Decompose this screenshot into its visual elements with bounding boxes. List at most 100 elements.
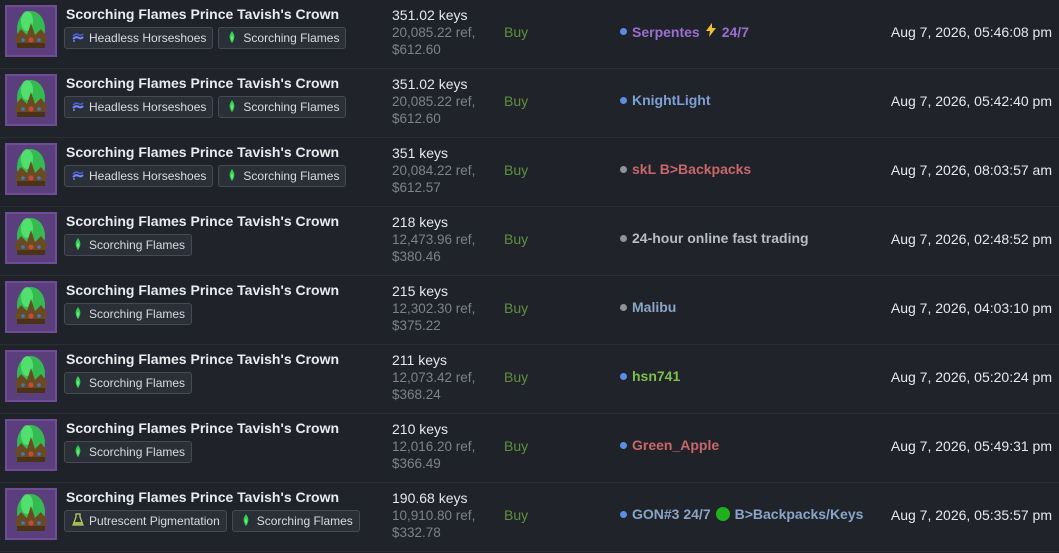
attribute-chip[interactable]: Scorching Flames xyxy=(218,165,347,187)
listing-list: Scorching Flames Prince Tavish's Crown H… xyxy=(0,0,1059,552)
attribute-label: Scorching Flames xyxy=(243,169,340,183)
listed-time: Aug 7, 2026, 02:48:52 pm xyxy=(890,231,1052,247)
listing-row[interactable]: Scorching Flames Prince Tavish's Crown H… xyxy=(0,69,1059,138)
item-image[interactable] xyxy=(5,74,57,126)
attribute-chip[interactable]: Putrescent Pigmentation xyxy=(64,510,227,532)
crown-icon xyxy=(7,76,55,124)
item-name[interactable]: Scorching Flames Prince Tavish's Crown xyxy=(66,213,339,229)
seller[interactable]: KnightLight xyxy=(620,92,711,108)
item-image[interactable] xyxy=(5,281,57,333)
paint-can-icon xyxy=(71,512,85,530)
listing-row[interactable]: Scorching Flames Prince Tavish's Crown H… xyxy=(0,0,1059,69)
listing-row[interactable]: Scorching Flames Prince Tavish's Crown S… xyxy=(0,414,1059,483)
seller-name[interactable]: KnightLight xyxy=(632,92,711,108)
attribute-chip[interactable]: Scorching Flames xyxy=(64,234,193,256)
flame-icon xyxy=(225,99,239,116)
item-image[interactable] xyxy=(5,488,57,540)
seller[interactable]: 24-hour online fast trading xyxy=(620,230,809,246)
price-block: 211 keys 12,073.42 ref, $368.24 xyxy=(392,352,502,403)
item-name[interactable]: Scorching Flames Prince Tavish's Crown xyxy=(66,489,339,505)
crown-icon xyxy=(7,214,55,262)
attribute-chip[interactable]: Headless Horseshoes xyxy=(64,96,214,118)
price-ref: 12,473.96 ref, xyxy=(392,232,476,247)
price-keys: 218 keys xyxy=(392,214,449,230)
intent-label: Buy xyxy=(504,231,529,247)
listing-row[interactable]: Scorching Flames Prince Tavish's Crown S… xyxy=(0,345,1059,414)
price-ref: 20,084.22 ref, xyxy=(392,163,476,178)
seller-name[interactable]: Serpentes xyxy=(632,24,700,40)
listing-row[interactable]: Scorching Flames Prince Tavish's Crown P… xyxy=(0,483,1059,552)
item-image[interactable] xyxy=(5,143,57,195)
listing-row[interactable]: Scorching Flames Prince Tavish's Crown H… xyxy=(0,138,1059,207)
attribute-chip[interactable]: Scorching Flames xyxy=(218,27,347,49)
price-keys: 190.68 keys xyxy=(392,490,468,506)
attribute-chip[interactable]: Scorching Flames xyxy=(218,96,347,118)
intent-label: Buy xyxy=(504,162,529,178)
price-usd: $612.57 xyxy=(392,180,441,195)
price-ref: 12,302.30 ref, xyxy=(392,301,476,316)
seller-name[interactable]: skL B>Backpacks xyxy=(632,161,751,177)
attribute-label: Headless Horseshoes xyxy=(89,31,207,45)
attribute-chip[interactable]: Headless Horseshoes xyxy=(64,165,214,187)
price-usd: $332.78 xyxy=(392,525,441,540)
listing-row[interactable]: Scorching Flames Prince Tavish's Crown S… xyxy=(0,207,1059,276)
listed-time: Aug 7, 2026, 05:35:57 pm xyxy=(890,507,1052,523)
horseshoe-icon xyxy=(71,30,85,47)
attribute-chip[interactable]: Scorching Flames xyxy=(64,441,193,463)
item-name[interactable]: Scorching Flames Prince Tavish's Crown xyxy=(66,75,339,91)
seller-name[interactable]: Green_Apple xyxy=(632,437,719,453)
item-image[interactable] xyxy=(5,212,57,264)
attribute-label: Headless Horseshoes xyxy=(89,169,207,183)
price-block: 210 keys 12,016.20 ref, $366.49 xyxy=(392,421,502,472)
price-ref: 10,910.80 ref, xyxy=(392,508,476,523)
crown-icon xyxy=(7,421,55,469)
attribute-label: Scorching Flames xyxy=(89,376,186,390)
attribute-chip[interactable]: Scorching Flames xyxy=(231,510,360,532)
seller[interactable]: Serpentes 24/7 xyxy=(620,23,749,40)
item-attributes: Scorching Flames xyxy=(64,234,193,256)
seller-name[interactable]: GON#3 24/7 xyxy=(632,506,711,522)
price-usd: $380.46 xyxy=(392,249,441,264)
flame-icon xyxy=(225,30,239,47)
flame-icon xyxy=(239,513,253,530)
seller[interactable]: Malibu xyxy=(620,299,676,315)
item-image[interactable] xyxy=(5,350,57,402)
attribute-chip[interactable]: Scorching Flames xyxy=(64,303,193,325)
attribute-label: Scorching Flames xyxy=(243,31,340,45)
seller-name[interactable]: Malibu xyxy=(632,299,676,315)
online-status-dot xyxy=(620,510,627,518)
price-usd: $375.22 xyxy=(392,318,441,333)
price-ref: 20,085.22 ref, xyxy=(392,94,476,109)
seller[interactable]: hsn741 xyxy=(620,368,680,384)
item-name[interactable]: Scorching Flames Prince Tavish's Crown xyxy=(66,420,339,436)
seller[interactable]: Green_Apple xyxy=(620,437,719,453)
crown-icon xyxy=(7,283,55,331)
attribute-label: Scorching Flames xyxy=(89,307,186,321)
seller[interactable]: GON#3 24/7 B>Backpacks/Keys xyxy=(620,506,863,522)
seller-name[interactable]: hsn741 xyxy=(632,368,680,384)
crown-icon xyxy=(7,490,55,538)
item-attributes: Putrescent Pigmentation Scorching Flames xyxy=(64,510,360,532)
intent-label: Buy xyxy=(504,369,529,385)
listed-time: Aug 7, 2026, 05:46:08 pm xyxy=(890,24,1052,40)
item-name[interactable]: Scorching Flames Prince Tavish's Crown xyxy=(66,144,339,160)
item-image[interactable] xyxy=(5,5,57,57)
attribute-chip[interactable]: Scorching Flames xyxy=(64,372,193,394)
price-block: 215 keys 12,302.30 ref, $375.22 xyxy=(392,283,502,334)
item-name[interactable]: Scorching Flames Prince Tavish's Crown xyxy=(66,6,339,22)
seller-name[interactable]: 24-hour online fast trading xyxy=(632,230,809,246)
item-name[interactable]: Scorching Flames Prince Tavish's Crown xyxy=(66,351,339,367)
item-image[interactable] xyxy=(5,419,57,471)
horseshoe-icon xyxy=(71,99,85,116)
item-attributes: Headless Horseshoes Scorching Flames xyxy=(64,165,347,187)
seller[interactable]: skL B>Backpacks xyxy=(620,161,751,177)
listing-row[interactable]: Scorching Flames Prince Tavish's Crown S… xyxy=(0,276,1059,345)
price-usd: $366.49 xyxy=(392,456,441,471)
price-block: 351.02 keys 20,085.22 ref, $612.60 xyxy=(392,7,502,58)
item-name[interactable]: Scorching Flames Prince Tavish's Crown xyxy=(66,282,339,298)
intent-label: Buy xyxy=(504,300,529,316)
price-usd: $612.60 xyxy=(392,111,441,126)
online-status-dot xyxy=(620,96,627,104)
price-block: 351.02 keys 20,085.22 ref, $612.60 xyxy=(392,76,502,127)
attribute-chip[interactable]: Headless Horseshoes xyxy=(64,27,214,49)
